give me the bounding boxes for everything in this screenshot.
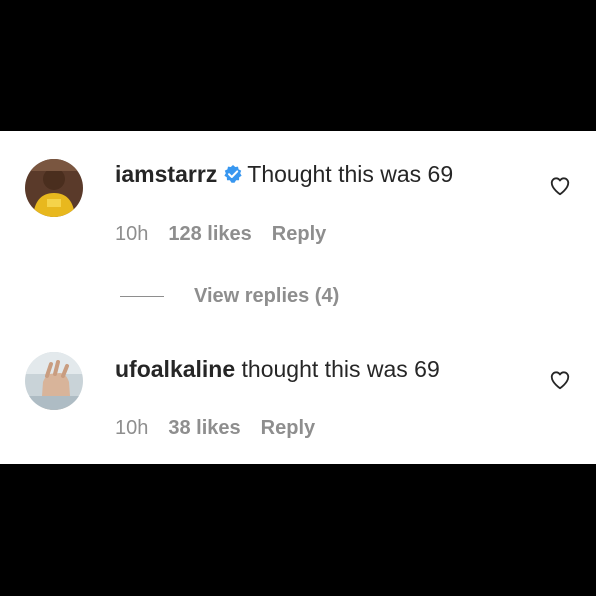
reply-button[interactable]: Reply	[261, 417, 315, 439]
comment-meta: 10h 38 likes Reply	[115, 416, 315, 440]
comment-body: iamstarrz Thought this was 69	[115, 160, 453, 190]
heart-outline-icon[interactable]	[549, 369, 571, 391]
top-black-bar	[0, 0, 596, 131]
heart-outline-icon[interactable]	[549, 175, 571, 197]
comment-text: thought this was 69	[241, 356, 440, 382]
comment-username[interactable]: iamstarrz	[115, 161, 217, 187]
reply-button[interactable]: Reply	[272, 223, 326, 245]
view-replies-button[interactable]: View replies (4)	[120, 284, 339, 308]
view-replies-label: View replies (4)	[194, 285, 340, 307]
avatar-image	[25, 159, 83, 217]
verified-badge-icon	[223, 162, 243, 190]
comment-time[interactable]: 10h	[115, 223, 148, 245]
avatar[interactable]	[25, 159, 83, 217]
comment-likes[interactable]: 38 likes	[168, 417, 240, 439]
avatar[interactable]	[25, 352, 83, 410]
comment-body: ufoalkaline thought this was 69	[115, 355, 440, 383]
comment-meta: 10h 128 likes Reply	[115, 222, 326, 246]
comment-likes[interactable]: 128 likes	[168, 223, 251, 245]
comment-time[interactable]: 10h	[115, 417, 148, 439]
avatar-image	[25, 352, 83, 410]
comment-username[interactable]: ufoalkaline	[115, 356, 235, 382]
comment-text: Thought this was 69	[247, 161, 454, 187]
view-replies-divider	[120, 296, 164, 298]
bottom-black-bar	[0, 464, 596, 596]
